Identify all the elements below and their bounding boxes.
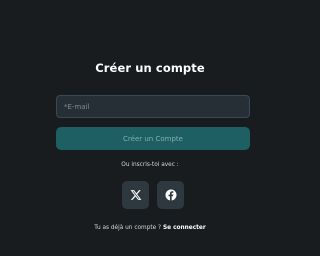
facebook-icon: [165, 189, 177, 201]
login-link[interactable]: Se connecter: [163, 225, 206, 231]
facebook-signup-button[interactable]: [157, 181, 184, 209]
login-prompt: Tu as déjà un compte ? Se connecter: [0, 225, 300, 231]
page-title: Créer un compte: [95, 61, 205, 75]
create-account-button[interactable]: Créer un Compte: [56, 127, 250, 150]
x-icon: [130, 189, 142, 201]
x-signup-button[interactable]: [122, 181, 149, 209]
alt-signup-label: Ou inscris-toi avec :: [121, 162, 179, 168]
signup-page: Créer un compte Créer un Compte Ou inscr…: [0, 0, 300, 256]
login-question: Tu as déjà un compte ?: [94, 225, 162, 231]
email-field[interactable]: [56, 95, 250, 118]
